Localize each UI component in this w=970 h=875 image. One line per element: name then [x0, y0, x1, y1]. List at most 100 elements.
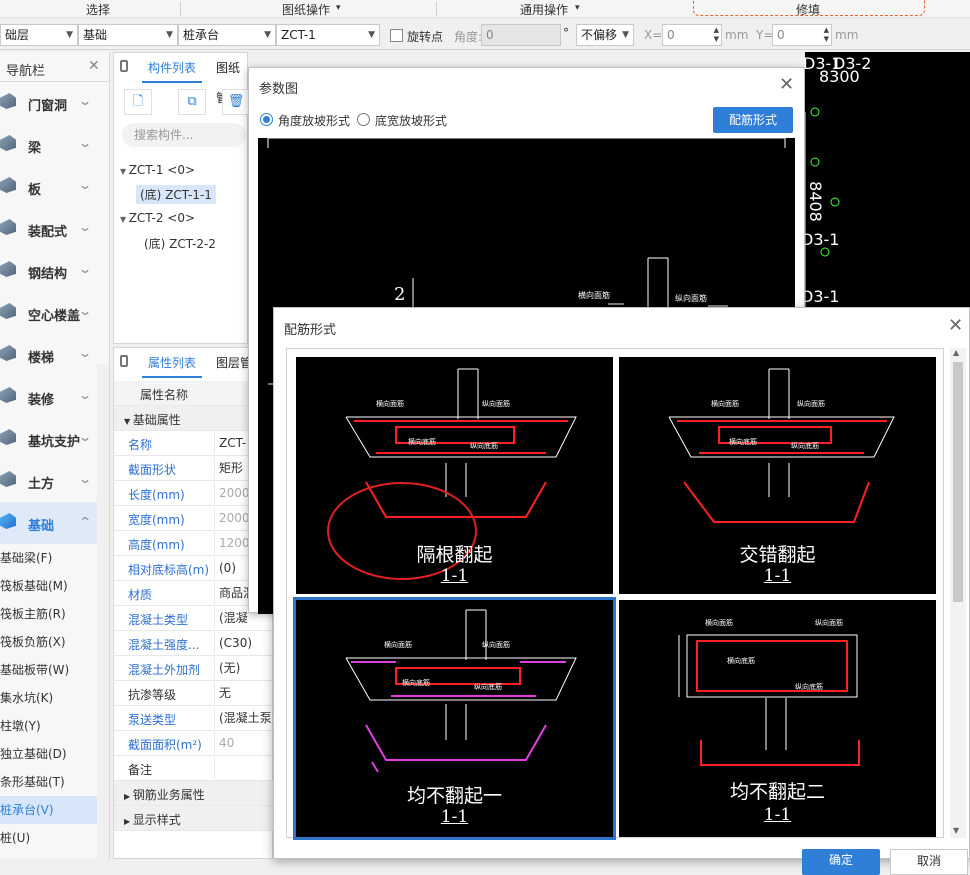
spinner-icon[interactable]: ▲ ▼: [714, 26, 719, 44]
property-row-pump-type[interactable]: 泵送类型 (混凝土泵): [114, 706, 274, 731]
nav-category-beam[interactable]: 梁 ⌄: [0, 124, 97, 166]
rebar-form-button[interactable]: 配筋形式: [713, 107, 793, 133]
property-group-rebar[interactable]: ▶ 钢筋业务属性: [114, 781, 274, 806]
spinner-icon[interactable]: ▲ ▼: [824, 26, 829, 44]
property-row-remark[interactable]: 备注: [114, 756, 274, 781]
property-value[interactable]: [214, 757, 274, 779]
scroll-up-icon[interactable]: ▲: [953, 348, 959, 357]
rebar-label: 纵向底筋: [470, 442, 498, 450]
property-value[interactable]: (混凝土泵): [214, 707, 274, 729]
nav-item-foundation-strip[interactable]: 基础板带(W): [0, 656, 97, 684]
pin-icon[interactable]: [120, 355, 128, 367]
nav-item-strip-foundation[interactable]: 条形基础(T): [0, 768, 97, 796]
nav-category-earthwork[interactable]: 土方 ⌄: [0, 460, 97, 502]
tab-component-list[interactable]: 构件列表: [142, 53, 203, 83]
property-name: 备注: [128, 763, 153, 777]
ribbon-group-modify[interactable]: 修填: [796, 1, 820, 18]
tree-expand-icon[interactable]: ▼: [120, 167, 129, 176]
y-offset-input[interactable]: 0 ▲ ▼: [772, 24, 832, 46]
ribbon-group-general-ops[interactable]: 通用操作: [520, 1, 568, 18]
radio-width-slope-label: 底宽放坡形式: [375, 114, 448, 128]
radio-angle-slope[interactable]: [260, 113, 273, 126]
tree-item-zct-1[interactable]: ▼ ZCT-1 <0>: [120, 163, 195, 177]
close-icon[interactable]: ✕: [948, 315, 963, 336]
rebar-option-no-bent-two[interactable]: 横向面筋 纵向面筋 横向底筋 纵向底筋 均不翻起二 1-1: [619, 600, 936, 837]
radio-width-slope[interactable]: [357, 113, 370, 126]
nav-category-hollow-floor[interactable]: 空心楼盖 ⌄: [0, 292, 97, 334]
rotate-point-checkbox[interactable]: [390, 29, 403, 42]
component-search-input[interactable]: 搜索构件...: [122, 123, 246, 147]
nav-category-foundation[interactable]: 基础 ⌄: [0, 502, 97, 544]
nav-category-slab[interactable]: 板 ⌄: [0, 166, 97, 208]
nav-category-door-window[interactable]: 门窗洞 ⌄: [0, 82, 97, 124]
property-value[interactable]: (C30): [214, 632, 274, 654]
tree-item-zct-1-1[interactable]: (底) ZCT-1-1: [136, 185, 216, 204]
tree-expand-icon[interactable]: ▼: [120, 215, 129, 224]
cad-canvas[interactable]: D3-1 D3-2 8300 8408 8408 D3-1 D3-1: [805, 52, 970, 322]
nav-item-isolated-foundation[interactable]: 独立基础(D): [0, 740, 97, 768]
ok-button[interactable]: 确定: [802, 849, 880, 875]
property-row-concrete-strength[interactable]: 混凝土强度... (C30): [114, 631, 274, 656]
nav-category-label: 板: [28, 183, 42, 198]
property-value[interactable]: (无): [214, 657, 274, 679]
tree-item-zct-2[interactable]: ▼ ZCT-2 <0>: [120, 211, 195, 225]
tree-item-zct-2-2[interactable]: (底) ZCT-2-2: [144, 235, 216, 252]
component-select[interactable]: ZCT-1 ▼: [276, 24, 380, 46]
property-toolbar: 础层 ▼ 基础 ▼ 桩承台 ▼ ZCT-1 ▼ 旋转点 角度: 0 ° 不偏移 ▼ X= …: [0, 18, 970, 50]
decoration-icon: [0, 387, 16, 403]
rebar-option-no-bent-one[interactable]: 横向面筋 纵向面筋 横向底筋 纵向底筋 均不翻起一 1-1: [293, 597, 616, 840]
nav-item-raft-main-rebar[interactable]: 筏板主筋(R): [0, 600, 97, 628]
close-icon[interactable]: ✕: [88, 58, 100, 74]
nav-item-raft-foundation[interactable]: 筏板基础(M): [0, 572, 97, 600]
nav-category-steel[interactable]: 钢结构 ⌄: [0, 250, 97, 292]
chevron-down-icon: ⌄: [77, 178, 93, 192]
category-select[interactable]: 基础 ▼: [78, 24, 178, 46]
close-icon[interactable]: ✕: [779, 74, 794, 95]
new-component-icon[interactable]: 🗋: [124, 89, 152, 115]
nav-item-pile-cap[interactable]: 桩承台(V): [0, 796, 97, 824]
scrollbar-thumb[interactable]: [953, 362, 963, 602]
rebar-option-alternate-root-bent[interactable]: 横向面筋 纵向面筋 横向底筋 纵向底筋 隔根翻起 1-1: [296, 357, 613, 594]
ribbon-group-select[interactable]: 选择: [86, 1, 110, 18]
tab-drawing-management[interactable]: 图纸管理: [210, 53, 247, 105]
nav-category-stairs[interactable]: 楼梯 ⌄: [0, 334, 97, 376]
rebar-option-staggered-bent[interactable]: 横向面筋 纵向面筋 横向底筋 纵向底筋 交错翻起 1-1: [619, 357, 936, 594]
nav-item-raft-negative-rebar[interactable]: 筏板负筋(X): [0, 628, 97, 656]
property-group-display[interactable]: ▶ 显示样式: [114, 806, 274, 831]
slab-icon: [0, 177, 16, 193]
nav-item-pile[interactable]: 桩(U): [0, 824, 97, 852]
nav-category-pit-support[interactable]: 基坑支护 ⌄: [0, 418, 97, 460]
section-label: 1-1: [440, 807, 469, 827]
section-label: 1-1: [763, 805, 792, 825]
offset-mode-select[interactable]: 不偏移 ▼: [576, 24, 634, 46]
floor-select[interactable]: 础层 ▼: [0, 24, 78, 46]
scroll-down-icon[interactable]: ▼: [953, 826, 959, 835]
tab-property-list[interactable]: 属性列表: [142, 348, 203, 378]
delete-icon[interactable]: 🗑: [222, 89, 250, 115]
chevron-down-icon: ⌄: [77, 220, 93, 234]
cancel-button[interactable]: 取消: [890, 849, 968, 875]
nav-item-column-pier[interactable]: 柱墩(Y): [0, 712, 97, 740]
stairs-icon: [0, 345, 16, 361]
property-value[interactable]: 无: [214, 682, 274, 704]
component-type-select[interactable]: 桩承台 ▼: [178, 24, 276, 46]
dropdown-arrow-icon: ▾: [336, 3, 341, 13]
expand-icon: ▶: [124, 817, 133, 826]
rebar-options-scrollbar[interactable]: ▲ ▼: [950, 348, 966, 838]
nav-item-sump-pit[interactable]: 集水坑(K): [0, 684, 97, 712]
copy-icon[interactable]: ⧉: [178, 89, 206, 115]
x-offset-input[interactable]: 0 ▲ ▼: [662, 24, 722, 46]
ribbon-group-drawing-ops[interactable]: 图纸操作: [282, 1, 330, 18]
chevron-down-icon: ▼: [368, 30, 375, 40]
nav-category-prefab[interactable]: 装配式 ⌄: [0, 208, 97, 250]
pin-icon[interactable]: [120, 60, 128, 72]
property-row-impermeability[interactable]: 抗渗等级 无: [114, 681, 274, 706]
property-row-section-area[interactable]: 截面面积(m²) 40: [114, 731, 274, 756]
property-row-admixture[interactable]: 混凝土外加剂 (无): [114, 656, 274, 681]
chevron-down-icon: ▼: [622, 30, 629, 40]
angle-input[interactable]: 0: [481, 24, 561, 46]
nav-scrollbar[interactable]: [97, 364, 109, 859]
nav-item-foundation-beam[interactable]: 基础梁(F): [0, 544, 97, 572]
property-value[interactable]: 40: [214, 732, 274, 754]
nav-category-decoration[interactable]: 装修 ⌄: [0, 376, 97, 418]
